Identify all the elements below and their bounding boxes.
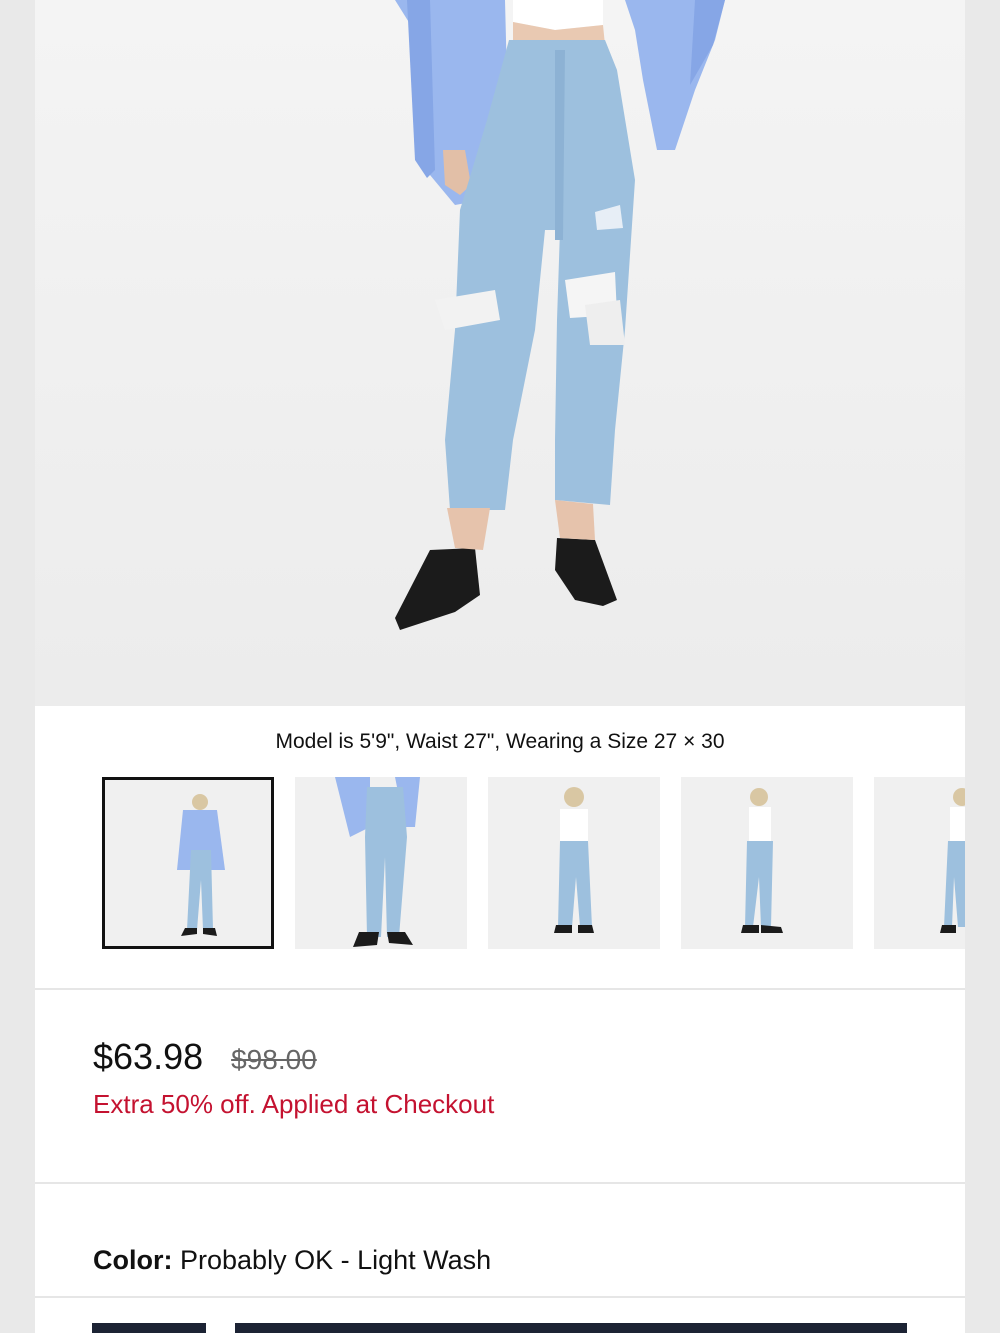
color-row: Color: Probably OK - Light Wash <box>93 1245 491 1276</box>
model-size-caption: Model is 5'9", Waist 27", Wearing a Size… <box>275 730 725 753</box>
divider <box>35 1182 965 1184</box>
thumbnail-front-full[interactable] <box>102 777 274 949</box>
thumbnail-side-full[interactable] <box>681 777 853 949</box>
thumbnail-image <box>874 777 965 949</box>
color-swatch[interactable] <box>235 1323 907 1333</box>
thumbnail-image <box>295 777 467 949</box>
original-price: $98.00 <box>231 1044 317 1075</box>
divider <box>35 988 965 990</box>
price-row: $63.98 $98.00 <box>93 1036 317 1078</box>
thumbnail-front-detail[interactable] <box>295 777 467 949</box>
color-value: Probably OK - Light Wash <box>180 1245 492 1275</box>
divider <box>35 1296 965 1298</box>
thumbnail-back-partial[interactable] <box>874 777 965 949</box>
product-page: Model is 5'9", Waist 27", Wearing a Size… <box>35 0 965 1333</box>
thumbnail-strip[interactable] <box>102 777 965 949</box>
promo-message: Extra 50% off. Applied at Checkout <box>93 1089 495 1119</box>
color-swatch[interactable] <box>92 1323 206 1333</box>
product-hero-image[interactable] <box>35 0 965 706</box>
current-price: $63.98 <box>93 1036 204 1077</box>
thumbnail-image <box>488 777 660 949</box>
color-label: Color: <box>93 1245 173 1275</box>
thumbnail-image <box>681 777 853 949</box>
thumbnail-image <box>105 780 271 946</box>
thumbnail-back-full[interactable] <box>488 777 660 949</box>
model-wearing-jeans-image <box>395 0 725 630</box>
